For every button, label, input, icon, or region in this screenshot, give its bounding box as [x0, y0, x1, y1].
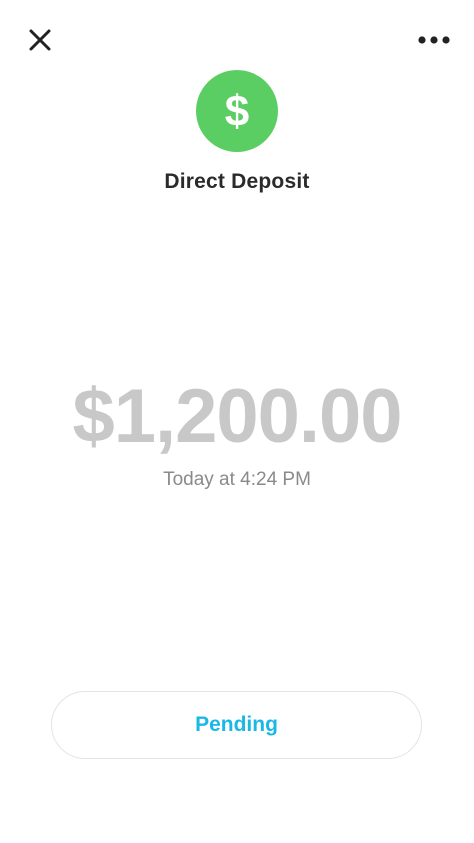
more-horizontal-icon [418, 36, 450, 44]
transaction-title: Direct Deposit [164, 170, 310, 193]
more-options-button[interactable] [414, 24, 454, 56]
close-button[interactable] [22, 22, 58, 58]
status-button[interactable]: Pending [51, 691, 422, 759]
transaction-amount: $1,200.00 [72, 374, 402, 459]
status-label: Pending [195, 713, 278, 736]
close-icon [29, 29, 51, 51]
deposit-avatar: $ [196, 70, 278, 152]
dollar-sign-icon: $ [224, 87, 250, 136]
transaction-detail-screen: $ Direct Deposit $1,200.00 Today at 4:24… [0, 0, 474, 843]
transaction-timestamp: Today at 4:24 PM [163, 469, 311, 490]
